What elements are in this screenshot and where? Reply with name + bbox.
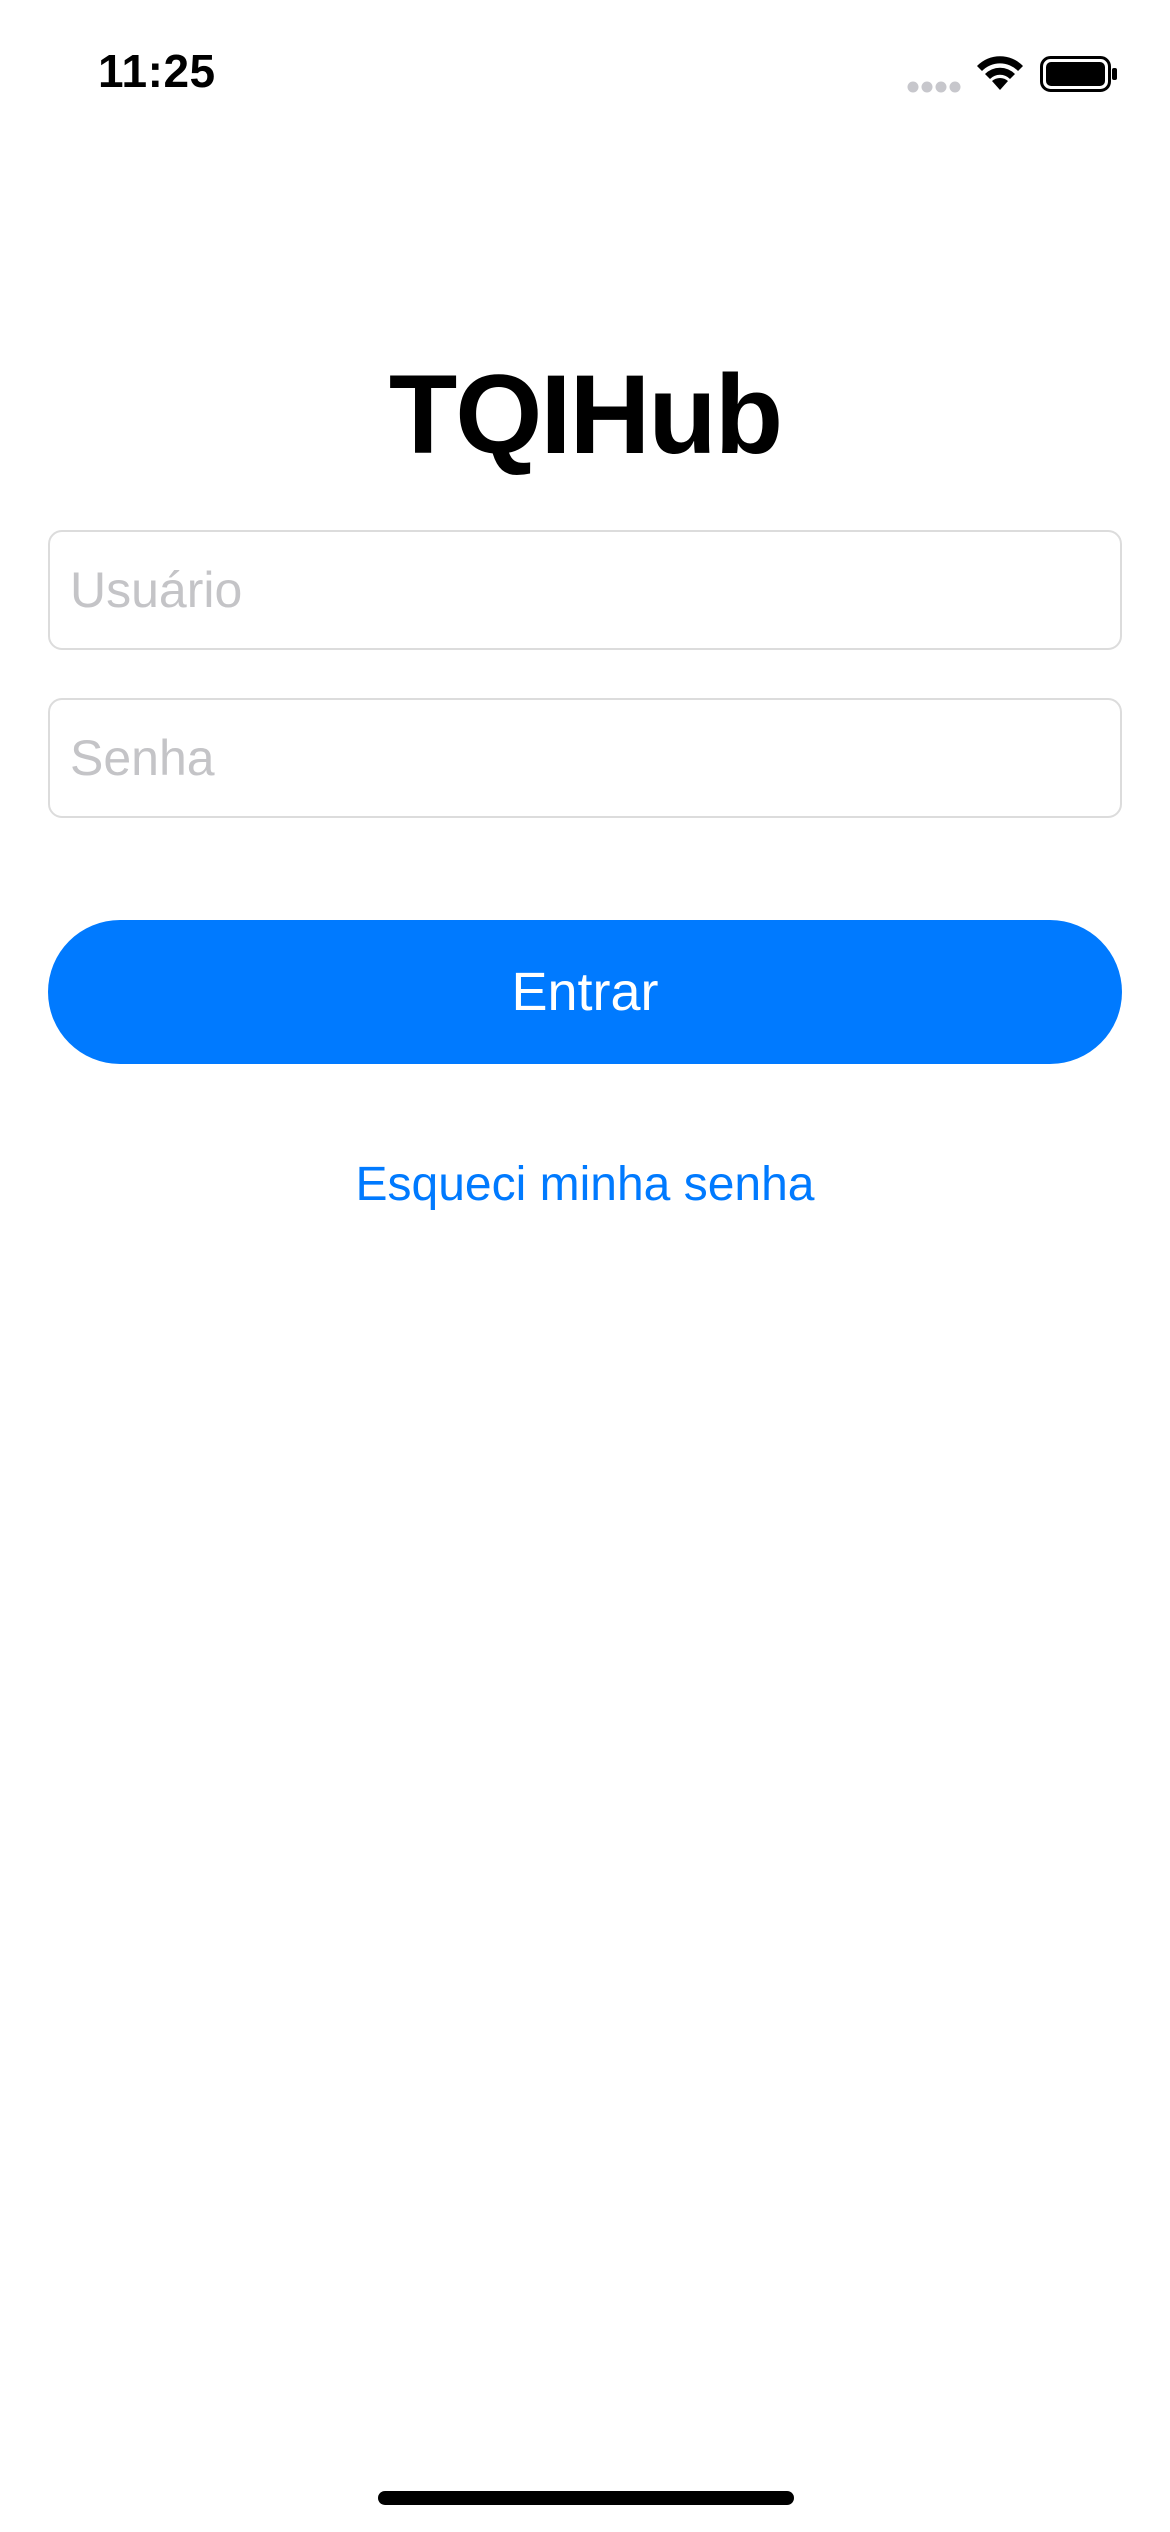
password-field[interactable] [48, 698, 1122, 818]
forgot-password-link[interactable]: Esqueci minha senha [0, 1150, 1170, 1220]
home-indicator[interactable] [378, 2491, 794, 2505]
wifi-icon [977, 56, 1023, 90]
battery-icon [1040, 56, 1117, 92]
username-input[interactable] [50, 532, 1120, 648]
username-field[interactable] [48, 530, 1122, 650]
status-bar: 11:25 [0, 0, 1170, 150]
login-button[interactable]: Entrar [48, 920, 1122, 1064]
signal-icon [907, 81, 961, 93]
status-time: 11:25 [98, 45, 216, 97]
app-title: TQIHub [388, 352, 783, 477]
password-input[interactable] [50, 700, 1120, 816]
